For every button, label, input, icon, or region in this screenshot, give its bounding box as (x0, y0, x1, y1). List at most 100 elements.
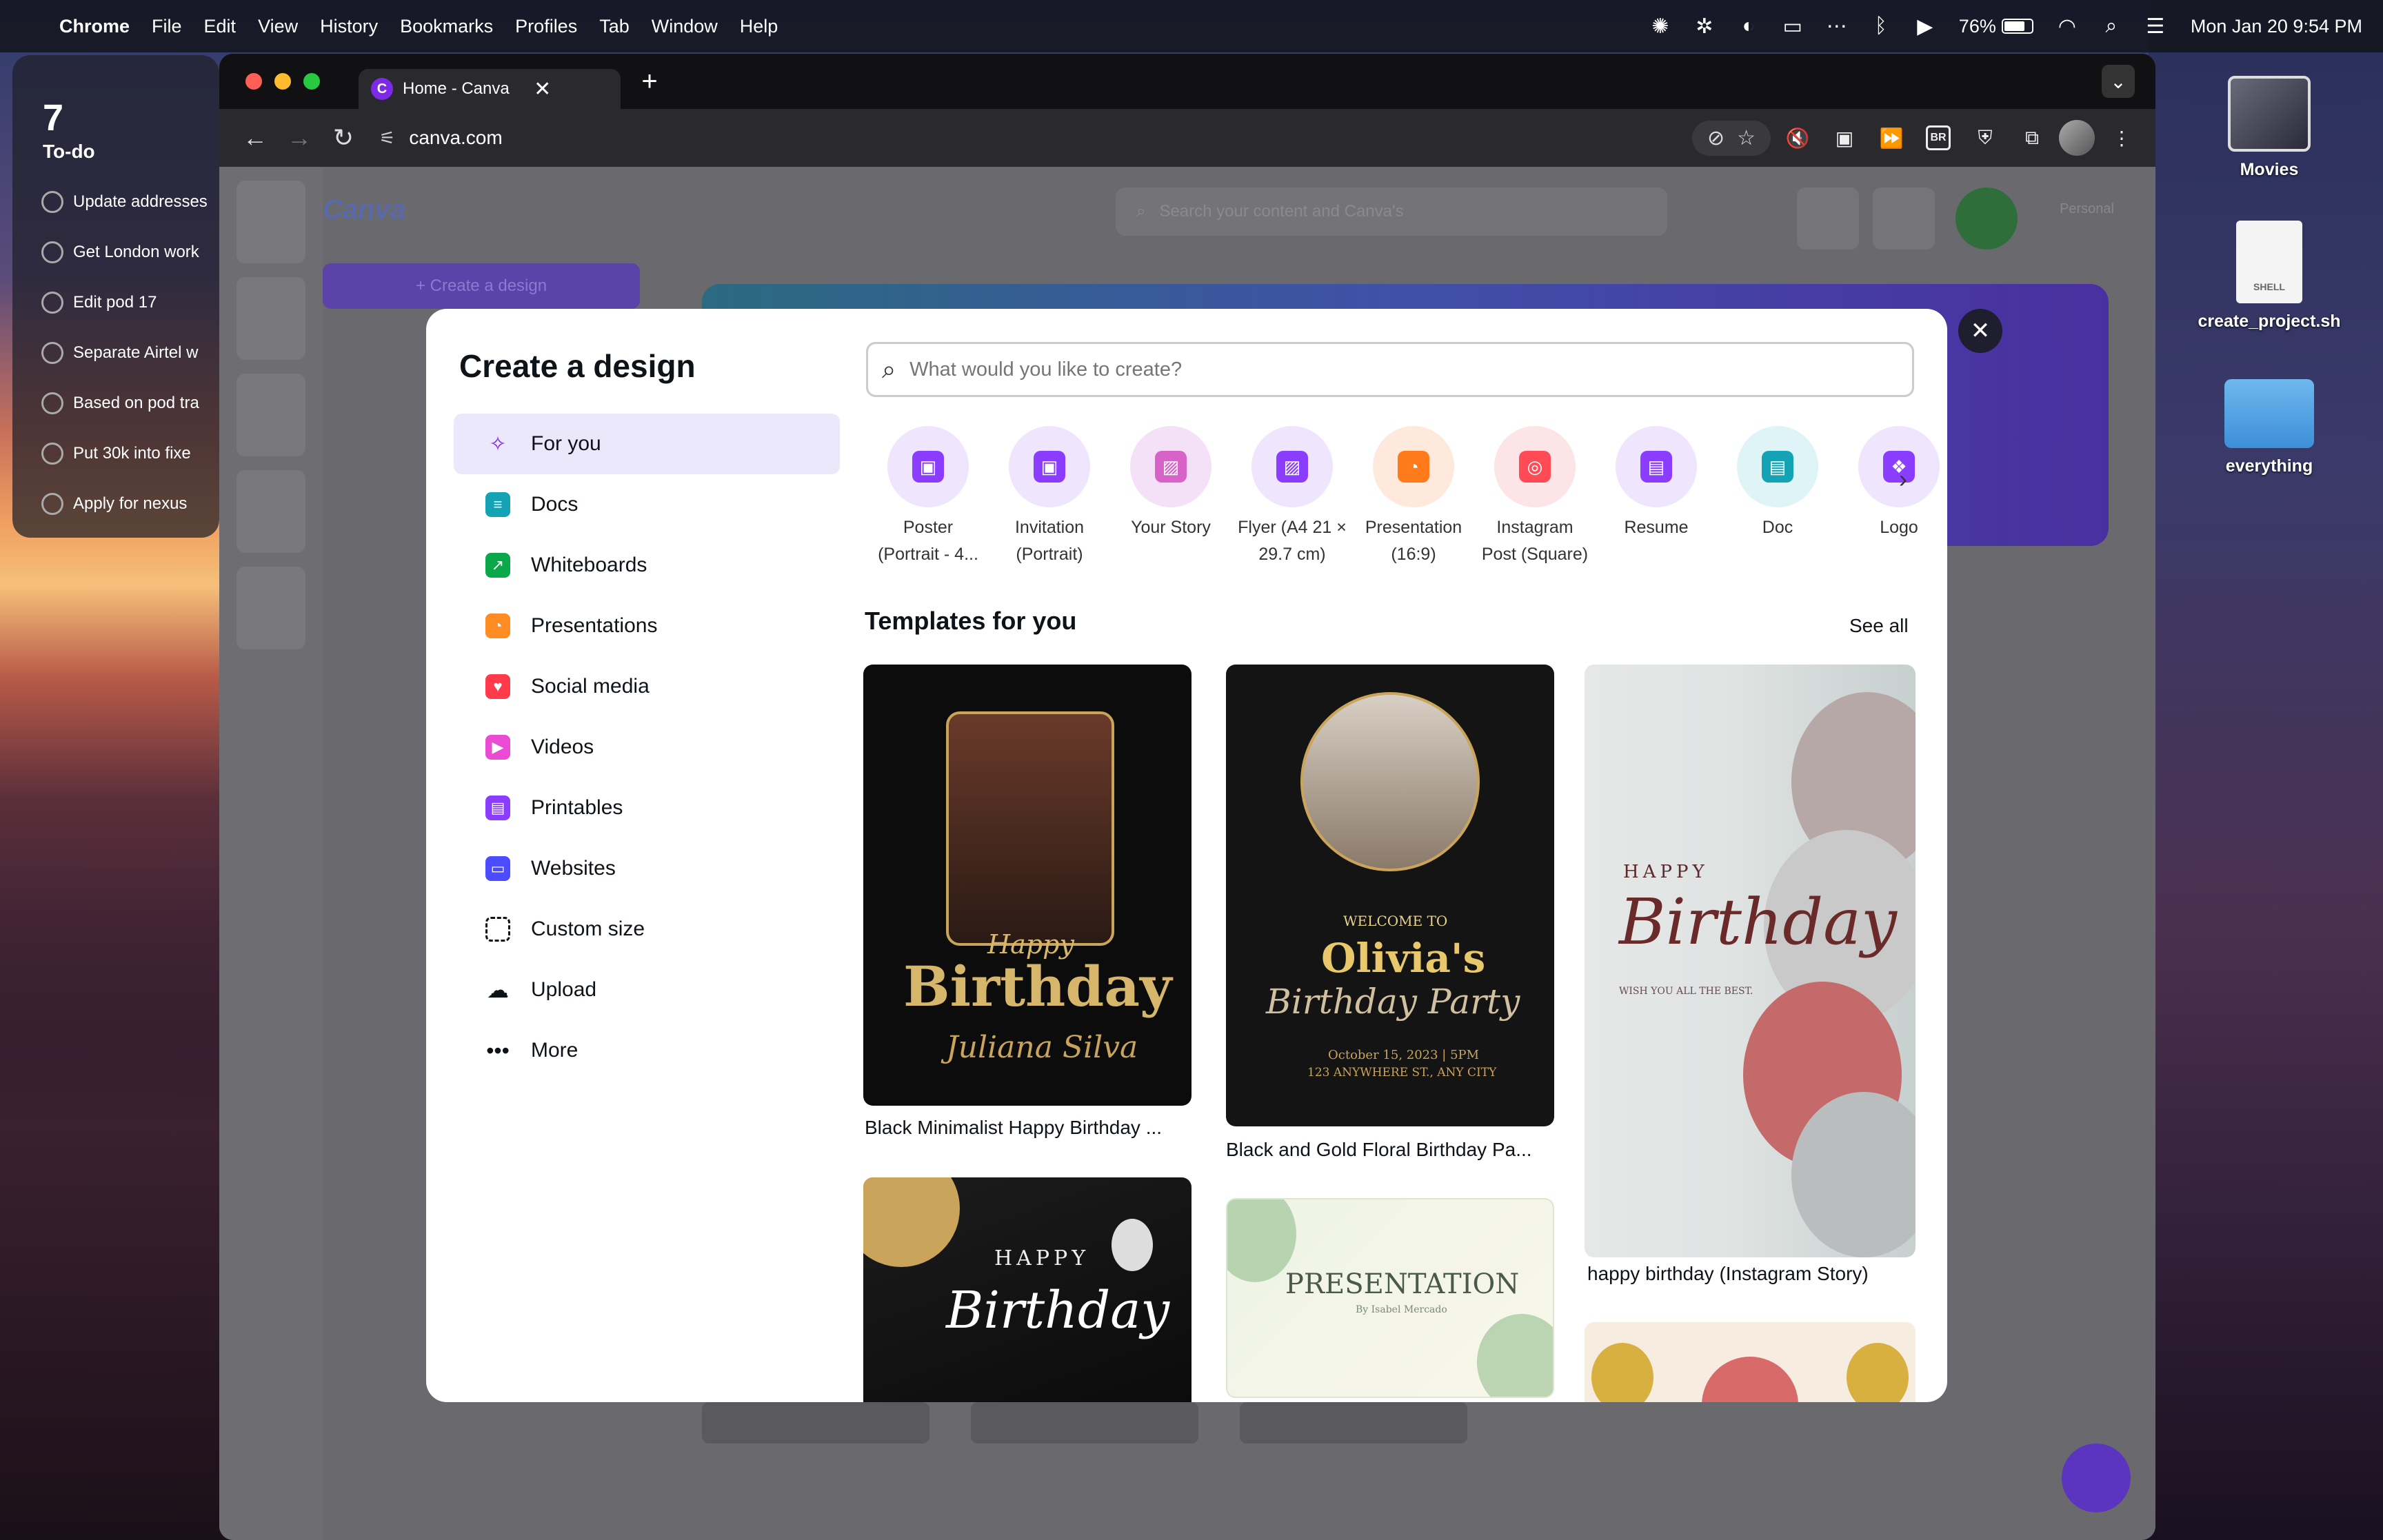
create-design-button[interactable]: + Create a design (323, 263, 640, 309)
url-text[interactable]: canva.com (409, 127, 502, 149)
checkbox-icon[interactable] (41, 392, 63, 414)
template-card-balloon-story[interactable]: HAPPY Birthday WISH YOU ALL THE BEST. (1585, 665, 1916, 1257)
todo-item[interactable]: Update addresses (41, 176, 219, 227)
spotlight-search-icon[interactable]: ⌕ (2091, 7, 2131, 45)
chrome-menu-icon[interactable]: ⋮ (2102, 118, 2142, 158)
design-type-tile[interactable]: ▨ Your Story (1110, 426, 1231, 568)
design-type-tile[interactable]: ▤ Doc (1717, 426, 1838, 568)
design-type-tile[interactable]: ▤ Resume (1596, 426, 1717, 568)
desktop-icon-everything[interactable]: everything (2155, 379, 2383, 476)
nav-videos[interactable]: ▶ Videos (454, 717, 840, 778)
checkbox-icon[interactable] (41, 492, 63, 515)
screen-icon[interactable]: ▭ (1773, 7, 1813, 45)
nav-social-media[interactable]: ♥ Social media (454, 656, 840, 717)
design-type-tile[interactable]: ▣ Poster (Portrait - 4... (867, 426, 989, 568)
todo-item[interactable]: Get London work (41, 227, 219, 277)
forward-button[interactable]: → (277, 116, 321, 160)
minimize-window-button[interactable] (274, 73, 291, 90)
reminders-widget[interactable]: 7 To-do Update addresses Get London work… (12, 55, 219, 538)
todo-item[interactable]: Separate Airtel w (41, 327, 219, 378)
see-all-link[interactable]: See all (1849, 615, 1909, 637)
template-caption[interactable]: Black and Gold Floral Birthday Pa... (1226, 1139, 1571, 1161)
sidebar-create-button[interactable] (237, 181, 305, 263)
vpn-icon[interactable]: ◐ (1729, 7, 1769, 45)
recent-design-card[interactable] (1240, 1402, 1467, 1443)
fast-forward-extension-icon[interactable]: ⏩ (1871, 118, 1911, 158)
address-bar[interactable]: ⚟ canva.com (379, 127, 503, 149)
site-settings-icon[interactable]: ⚟ (379, 128, 395, 149)
checkbox-icon[interactable] (41, 291, 63, 314)
extensions-puzzle-icon[interactable]: ⧉ (2012, 118, 2052, 158)
design-search-input[interactable] (909, 358, 1807, 381)
mute-tab-icon[interactable]: 🔇 (1778, 118, 1818, 158)
back-button[interactable]: ← (233, 116, 277, 160)
canva-logo[interactable]: Canva (323, 194, 426, 236)
battery-status[interactable]: 76% (1949, 16, 2043, 37)
checkbox-icon[interactable] (41, 442, 63, 465)
design-type-tile[interactable]: ▣ Invitation (Portrait) (989, 426, 1110, 568)
menu-profiles[interactable]: Profiles (504, 16, 588, 37)
menu-tab[interactable]: Tab (588, 16, 641, 37)
nav-websites[interactable]: ▭ Websites (454, 838, 840, 899)
bluetooth-icon[interactable]: ᛒ (1861, 7, 1901, 45)
close-window-button[interactable] (245, 73, 262, 90)
nav-presentations[interactable]: ◔ Presentations (454, 596, 840, 656)
canva-search-bar[interactable]: ⌕ Search your content and Canva's (1116, 188, 1667, 236)
template-caption[interactable]: Black Minimalist Happy Birthday ... (865, 1117, 1196, 1139)
control-center-icon[interactable]: ☰ (2135, 7, 2175, 45)
tab-home-canva[interactable]: C Home - Canva ✕ (359, 69, 621, 109)
desktop-icon-create-project[interactable]: SHELL create_project.sh (2155, 221, 2383, 332)
menu-edit[interactable]: Edit (193, 16, 248, 37)
design-type-tile[interactable]: ▨ Flyer (A4 21 × 29.7 cm) (1231, 426, 1353, 568)
template-card-floral-birthday[interactable]: WELCOME TO Olivia's Birthday Party Octob… (1226, 665, 1554, 1126)
template-card-presentation[interactable]: PRESENTATION By Isabel Mercado (1226, 1198, 1554, 1398)
canva-assistant-button[interactable] (2062, 1443, 2131, 1512)
new-tab-button[interactable]: + (634, 66, 665, 97)
spaces-icon[interactable]: ⋯ (1817, 7, 1857, 45)
checkbox-icon[interactable] (41, 241, 63, 263)
checkbox-icon[interactable] (41, 190, 63, 213)
template-card-happy-birthday[interactable]: HAPPY Birthday (863, 1177, 1192, 1402)
design-type-tile[interactable]: ◎ Instagram Post (Square) (1474, 426, 1596, 568)
design-type-tile[interactable]: ❖ Logo (1838, 426, 1947, 568)
todo-item[interactable]: Apply for nexus (41, 478, 219, 529)
template-card-gold-balloons[interactable] (1585, 1322, 1916, 1402)
nav-upload[interactable]: ☁ Upload (454, 960, 840, 1020)
menu-history[interactable]: History (309, 16, 389, 37)
template-card-black-birthday[interactable]: Happy Birthday Juliana Silva (863, 665, 1192, 1106)
recent-design-card[interactable] (702, 1402, 929, 1443)
todo-item[interactable]: Put 30k into fixe (41, 428, 219, 478)
sidebar-projects-button[interactable] (237, 277, 305, 360)
design-search-field[interactable]: ⌕ (866, 342, 1914, 397)
menubar-clock[interactable]: Mon Jan 20 9:54 PM (2180, 16, 2369, 37)
template-caption[interactable]: happy birthday (Instagram Story) (1587, 1263, 1911, 1285)
desktop-icon-movies[interactable]: Movies (2155, 76, 2383, 180)
menu-window[interactable]: Window (641, 16, 729, 37)
profile-avatar[interactable] (2059, 120, 2095, 156)
checkbox-icon[interactable] (41, 341, 63, 364)
carousel-next-icon[interactable]: › (1899, 465, 1907, 494)
br-extension-icon[interactable]: BR (1918, 118, 1958, 158)
settings-gear-icon[interactable] (1797, 188, 1859, 250)
todo-item[interactable]: Edit pod 17 (41, 277, 219, 327)
eye-off-icon[interactable]: ⊘ (1707, 126, 1725, 150)
sidebar-apps-button[interactable] (237, 567, 305, 649)
design-type-tile[interactable]: ◔ Presentation (16:9) (1353, 426, 1474, 568)
play-icon[interactable]: ▶ (1905, 7, 1945, 45)
nav-printables[interactable]: ▤ Printables (454, 778, 840, 838)
wifi-icon[interactable]: ◠ (2047, 7, 2087, 45)
app-menu-chrome[interactable]: Chrome (48, 16, 141, 37)
nav-whiteboards[interactable]: ↗ Whiteboards (454, 535, 840, 596)
chatgpt-icon[interactable]: ✺ (1640, 7, 1680, 45)
reload-button[interactable]: ↻ (321, 116, 365, 160)
menu-help[interactable]: Help (729, 16, 790, 37)
sidebar-templates-button[interactable] (237, 374, 305, 456)
tab-close-icon[interactable]: ✕ (526, 77, 559, 101)
menu-file[interactable]: File (141, 16, 193, 37)
shield-extension-icon[interactable]: ⛨ (1965, 118, 2005, 158)
account-avatar[interactable] (1955, 188, 2018, 250)
zoom-window-button[interactable] (303, 73, 320, 90)
menu-bookmarks[interactable]: Bookmarks (389, 16, 504, 37)
menu-view[interactable]: View (247, 16, 309, 37)
tab-search-dropdown-icon[interactable]: ⌄ (2102, 65, 2135, 98)
